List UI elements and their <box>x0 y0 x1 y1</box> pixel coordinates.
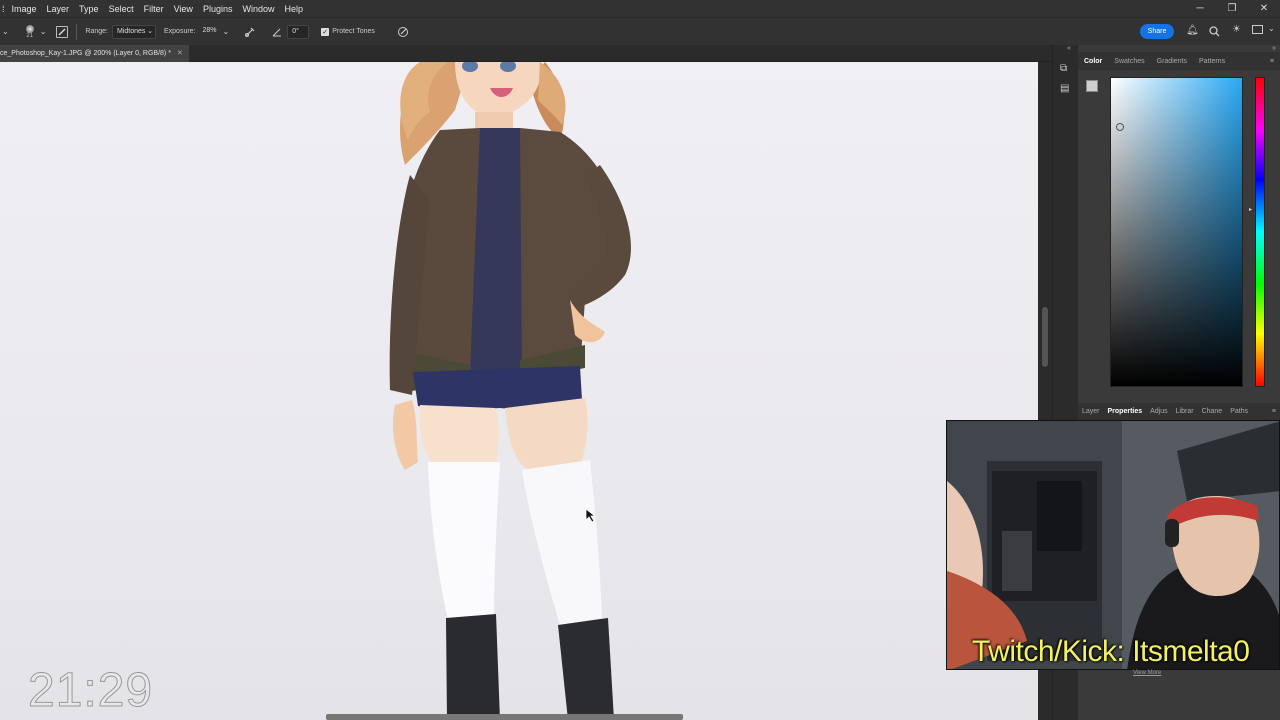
range-dropdown[interactable]: Midtones ⌄ <box>111 24 156 39</box>
hue-slider[interactable]: ▸ <box>1249 77 1265 387</box>
menu-layer[interactable]: Layer <box>42 4 75 14</box>
comments-icon[interactable]: ▤ <box>1060 83 1069 94</box>
menu-select[interactable]: Select <box>104 4 139 14</box>
color-picker-handle[interactable] <box>1116 123 1124 131</box>
stream-timer: 21:29 <box>27 664 154 718</box>
foreground-swatch[interactable] <box>1086 80 1098 92</box>
menu-image[interactable]: Image <box>7 4 42 14</box>
view-more-link[interactable]: View More <box>1133 670 1161 676</box>
tab-libraries[interactable]: Librar <box>1172 408 1198 415</box>
restore-icon[interactable]: ❐ <box>1216 0 1248 17</box>
window-controls: ─ ❐ ✕ <box>1184 0 1280 17</box>
close-icon[interactable]: ✕ <box>1248 0 1280 17</box>
search-icon[interactable] <box>1209 24 1220 42</box>
tab-adjustments[interactable]: Adjus <box>1146 408 1172 415</box>
document-canvas[interactable] <box>0 62 1038 720</box>
brush-size-value: 21 <box>26 32 34 39</box>
minimize-icon[interactable]: ─ <box>1184 0 1216 17</box>
airbrush-icon[interactable] <box>243 25 257 39</box>
color-picker-field[interactable] <box>1110 77 1243 387</box>
close-tab-icon[interactable]: ✕ <box>177 45 183 62</box>
collapse-panels-icon[interactable]: « <box>1067 45 1071 52</box>
range-value: Midtones <box>116 27 146 35</box>
angle-icon <box>271 26 283 38</box>
tab-channels[interactable]: Chane <box>1198 408 1227 415</box>
tab-swatches[interactable]: Swatches <box>1108 58 1150 65</box>
hue-slider-handle[interactable]: ▸ <box>1249 206 1252 213</box>
color-panel-tabs: Color Swatches Gradients Patterns ≡ <box>1078 52 1280 70</box>
expand-panels-icon[interactable]: » <box>1272 45 1276 52</box>
tab-properties[interactable]: Properties <box>1104 408 1147 415</box>
notifications-icon[interactable]: 🔔︎ <box>1186 25 1199 36</box>
exposure-field[interactable]: 28% <box>199 25 221 39</box>
brush-preset-icon[interactable]: 21 <box>23 22 37 42</box>
share-button[interactable]: Share <box>1140 24 1174 39</box>
move-cursor-icon <box>585 508 597 523</box>
brush-chevron-icon[interactable]: ⌄ <box>40 27 47 36</box>
menu-filter[interactable]: Filter <box>139 4 169 14</box>
scroll-thumb[interactable] <box>1042 307 1048 367</box>
tab-layers[interactable]: Layer <box>1078 408 1104 415</box>
history-icon[interactable]: ⧉ <box>1060 63 1067 74</box>
chevron-down-icon: ⌄ <box>147 27 153 35</box>
menu-bar: ⁞ Image Layer Type Select Filter View Pl… <box>0 0 1280 17</box>
options-bar: ⌄ 21 ⌄ Range: Midtones ⌄ Exposure: 28% ⌄… <box>0 17 1280 45</box>
document-tab-title: ce_Photoshop_Kay-1.JPG @ 200% (Layer 0, … <box>0 50 171 57</box>
menu-window[interactable]: Window <box>237 4 279 14</box>
discover-icon[interactable]: ☀ <box>1232 24 1241 35</box>
exposure-label: Exposure: <box>163 28 196 35</box>
document-tab-bar: ce_Photoshop_Kay-1.JPG @ 200% (Layer 0, … <box>0 45 1052 62</box>
properties-menu-icon[interactable]: ≡ <box>1268 408 1280 415</box>
tab-gradients[interactable]: Gradients <box>1151 58 1193 65</box>
protect-tones-checkbox[interactable]: ✓ <box>321 27 330 36</box>
menu-plugins[interactable]: Plugins <box>198 4 238 14</box>
exposure-chevron-icon[interactable]: ⌄ <box>223 27 230 36</box>
menu-type[interactable]: Type <box>74 4 104 14</box>
figure-photo <box>389 62 631 720</box>
tab-paths[interactable]: Paths <box>1226 408 1252 415</box>
document-tab[interactable]: ce_Photoshop_Kay-1.JPG @ 200% (Layer 0, … <box>0 45 189 62</box>
workspace-icon[interactable] <box>1252 25 1263 34</box>
protect-tones-label: Protect Tones <box>332 28 375 35</box>
tool-preset-chevron-icon[interactable]: ⌄ <box>2 27 9 36</box>
range-label: Range: <box>85 28 108 35</box>
pressure-size-icon[interactable] <box>397 26 409 38</box>
tab-color[interactable]: Color <box>1078 58 1108 65</box>
divider <box>76 23 78 40</box>
panel-menu-icon[interactable]: ≡ <box>1264 58 1280 65</box>
workspace-chevron-icon[interactable]: ⌄ <box>1268 24 1275 33</box>
exposure-value: 28% <box>202 26 217 34</box>
properties-panel-tabs: Layer Properties Adjus Librar Chane Path… <box>1078 403 1280 420</box>
menu-help[interactable]: Help <box>279 4 308 14</box>
brush-settings-icon[interactable] <box>56 25 69 38</box>
canvas-horizontal-scrollbar[interactable] <box>326 714 683 720</box>
menu-view[interactable]: View <box>169 4 198 14</box>
webcam-feed <box>947 421 1279 669</box>
angle-value: 0° <box>292 27 299 35</box>
stream-handle-overlay: Twitch/Kick: Itsmelta0 <box>972 635 1250 668</box>
angle-field[interactable]: 0° <box>287 24 310 39</box>
tab-patterns[interactable]: Patterns <box>1193 58 1231 65</box>
webcam-overlay <box>946 420 1280 670</box>
